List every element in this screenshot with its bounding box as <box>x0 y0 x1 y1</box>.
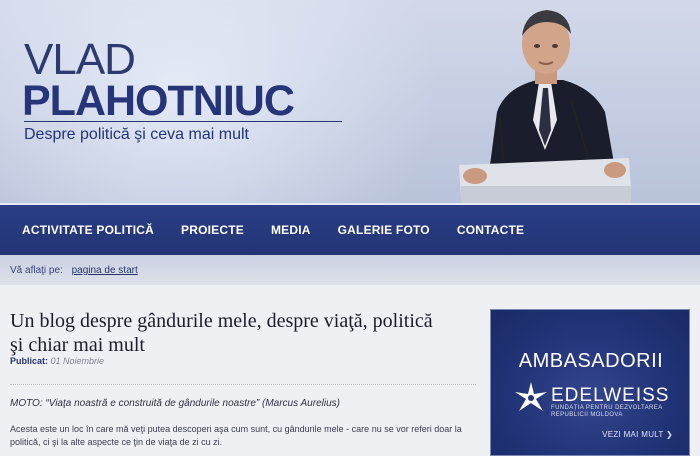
main-navigation: ACTIVITATE POLITICĂ PROIECTE MEDIA GALER… <box>0 203 700 255</box>
nav-item-activitate-politica[interactable]: ACTIVITATE POLITICĂ <box>22 223 154 237</box>
post-body: Acesta este un loc în care mă veţi putea… <box>10 424 462 447</box>
breadcrumb-prefix: Vă aflaţi pe: <box>10 265 63 276</box>
banner-see-more-link[interactable]: VEZI MAI MULT ❯ <box>602 430 673 439</box>
nav-item-galerie-foto[interactable]: GALERIE FOTO <box>338 223 430 237</box>
banner-brand: EDELWEISS <box>551 385 670 406</box>
speaker-at-podium-image <box>459 10 631 203</box>
post-moto: MOTO: “Viaţa noastră e construită de gân… <box>10 398 340 409</box>
breadcrumb-home-link[interactable]: pagina de start <box>72 265 138 276</box>
published-date: 01 Noiembrie <box>50 356 105 366</box>
logo-last-name[interactable]: PLAHOTNIUC <box>22 79 295 123</box>
ambasadorii-edelweiss-banner[interactable]: AMBASADORII EDELWEISS FUNDAȚIA PENTRU DE… <box>490 309 690 456</box>
breadcrumb: Vă aflaţi pe: pagina de start <box>10 265 138 276</box>
logo-first-name[interactable]: VLAD <box>24 38 136 82</box>
site-tagline: Despre politică şi ceva mai mult <box>24 126 249 143</box>
post-divider <box>10 384 476 385</box>
post-meta: Publicat: 01 Noiembrie <box>10 356 104 366</box>
post-title[interactable]: Un blog despre gândurile mele, despre vi… <box>10 309 450 357</box>
published-label: Publicat: <box>10 356 49 366</box>
nav-item-media[interactable]: MEDIA <box>271 223 311 237</box>
nav-item-proiecte[interactable]: PROIECTE <box>181 223 244 237</box>
banner-title: AMBASADORII <box>518 350 664 372</box>
nav-item-contacte[interactable]: CONTACTE <box>457 223 524 237</box>
banner-subtitle: FUNDAȚIA PENTRU DEZVOLTAREA REPUBLICII M… <box>551 405 663 418</box>
breadcrumb-bar: Vă aflaţi pe: pagina de start <box>0 255 700 285</box>
site-header: VLAD PLAHOTNIUC Despre politică şi ceva … <box>0 0 700 203</box>
logo-underline <box>24 121 342 122</box>
edelweiss-flower-icon <box>515 382 547 411</box>
